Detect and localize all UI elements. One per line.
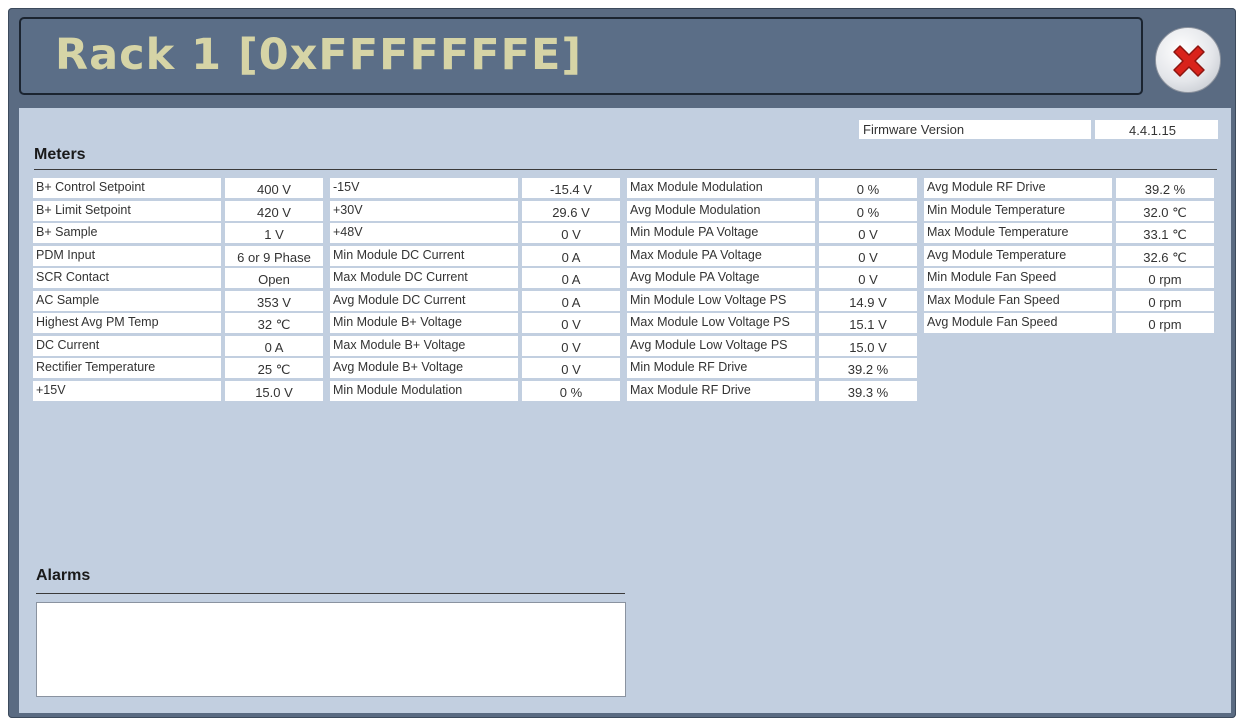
meter-label: +15V <box>33 380 221 401</box>
content-panel: Firmware Version 4.4.1.15 Meters B+ Cont… <box>19 108 1231 713</box>
meter-label: Avg Module Temperature <box>924 245 1112 266</box>
alarms-divider <box>36 593 625 594</box>
meter-label: Max Module B+ Voltage <box>330 335 518 356</box>
meter-value: 39.2 % <box>1116 178 1214 198</box>
meter-label: -15V <box>330 178 518 198</box>
page-title: Rack 1 [0xFFFFFFFE] <box>55 30 583 80</box>
meter-value: 14.9 V <box>819 290 917 311</box>
meter-value: 15.0 V <box>225 380 323 401</box>
meter-label: Avg Module Fan Speed <box>924 313 1112 334</box>
meters-divider <box>34 169 1217 170</box>
meter-label: B+ Sample <box>33 223 221 244</box>
meter-label: Avg Module Low Voltage PS <box>627 335 815 356</box>
meter-label: Min Module PA Voltage <box>627 223 815 244</box>
meter-value: 32.6 ℃ <box>1116 245 1214 266</box>
meter-label: Max Module Temperature <box>924 223 1112 244</box>
meter-value: 0 A <box>225 335 323 356</box>
meter-value: 420 V <box>225 200 323 221</box>
meter-value: 0 V <box>522 335 620 356</box>
meter-value: 0 rpm <box>1116 268 1214 289</box>
meter-label: Avg Module Modulation <box>627 200 815 221</box>
meter-label: DC Current <box>33 335 221 356</box>
meter-label: Max Module DC Current <box>330 268 518 289</box>
meter-label: Min Module Temperature <box>924 200 1112 221</box>
meter-value: 0 A <box>522 290 620 311</box>
meter-value: -15.4 V <box>522 178 620 198</box>
meter-value: 15.0 V <box>819 335 917 356</box>
meter-label: Min Module Fan Speed <box>924 268 1112 289</box>
meter-value: 0 A <box>522 245 620 266</box>
alarms-list[interactable] <box>36 602 626 697</box>
meter-value: 0 V <box>522 223 620 244</box>
meter-label: AC Sample <box>33 290 221 311</box>
meter-value: 0 % <box>819 178 917 198</box>
firmware-version-value: 4.4.1.15 <box>1095 120 1218 139</box>
meter-label: Avg Module RF Drive <box>924 178 1112 198</box>
firmware-version-label: Firmware Version <box>859 120 1091 139</box>
meter-value: 0 % <box>522 380 620 401</box>
meter-label: B+ Control Setpoint <box>33 178 221 198</box>
meter-label: Max Module Low Voltage PS <box>627 313 815 334</box>
meter-value: 15.1 V <box>819 313 917 334</box>
meter-value: 0 V <box>522 313 620 334</box>
meter-value: 0 rpm <box>1116 290 1214 311</box>
meter-value: 6 or 9 Phase <box>225 245 323 266</box>
alarms-heading: Alarms <box>36 567 91 584</box>
meter-label: Avg Module DC Current <box>330 290 518 311</box>
meter-label: Highest Avg PM Temp <box>33 313 221 334</box>
meter-value: 0 % <box>819 200 917 221</box>
meter-label: Max Module RF Drive <box>627 380 815 401</box>
meter-value: 0 V <box>819 268 917 289</box>
meter-label: Min Module Low Voltage PS <box>627 290 815 311</box>
meter-label: PDM Input <box>33 245 221 266</box>
close-icon <box>1173 45 1205 77</box>
meter-label: Max Module Modulation <box>627 178 815 198</box>
meter-value: 25 ℃ <box>225 358 323 379</box>
meter-label: SCR Contact <box>33 268 221 289</box>
meter-value: 39.3 % <box>819 380 917 401</box>
meter-value: 1 V <box>225 223 323 244</box>
meter-label: Rectifier Temperature <box>33 358 221 379</box>
meter-value: 0 V <box>522 358 620 379</box>
meter-value: Open <box>225 268 323 289</box>
meter-value: 39.2 % <box>819 358 917 379</box>
meters-heading: Meters <box>34 146 86 163</box>
meter-label: Avg Module B+ Voltage <box>330 358 518 379</box>
meter-value: 29.6 V <box>522 200 620 221</box>
meter-value: 33.1 ℃ <box>1116 223 1214 244</box>
meter-label: B+ Limit Setpoint <box>33 200 221 221</box>
meter-label: Min Module DC Current <box>330 245 518 266</box>
meter-value: 0 rpm <box>1116 313 1214 334</box>
meter-value: 0 V <box>819 245 917 266</box>
meter-label: Min Module Modulation <box>330 380 518 401</box>
title-bar: Rack 1 [0xFFFFFFFE] <box>19 17 1143 95</box>
meter-label: +30V <box>330 200 518 221</box>
meter-label: Avg Module PA Voltage <box>627 268 815 289</box>
meter-label: +48V <box>330 223 518 244</box>
meter-label: Min Module B+ Voltage <box>330 313 518 334</box>
meter-label: Max Module PA Voltage <box>627 245 815 266</box>
meter-value: 0 V <box>819 223 917 244</box>
meter-value: 0 A <box>522 268 620 289</box>
close-button[interactable] <box>1155 27 1221 93</box>
meter-label: Min Module RF Drive <box>627 358 815 379</box>
meter-value: 400 V <box>225 178 323 198</box>
meter-label: Max Module Fan Speed <box>924 290 1112 311</box>
meter-value: 32 ℃ <box>225 313 323 334</box>
meter-value: 32.0 ℃ <box>1116 200 1214 221</box>
meter-value: 353 V <box>225 290 323 311</box>
